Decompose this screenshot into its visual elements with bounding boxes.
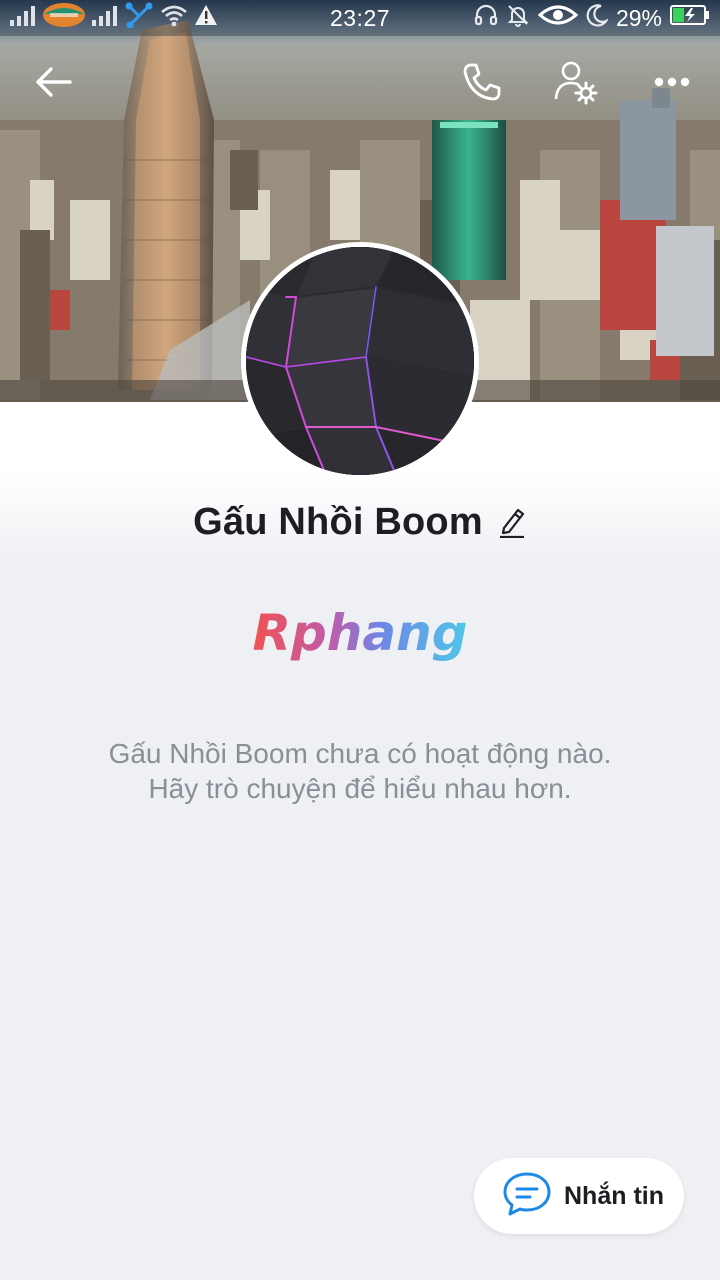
eye-icon [537, 3, 579, 33]
profile-settings-button[interactable] [550, 58, 602, 110]
chat-bubble-icon [502, 1171, 552, 1222]
battery-percent: 29% [615, 4, 662, 31]
back-button[interactable] [28, 58, 80, 110]
more-dots-icon [654, 75, 690, 93]
avatar[interactable] [241, 242, 479, 480]
phone-icon [461, 61, 503, 108]
moon-icon [586, 3, 608, 33]
user-settings-icon [553, 59, 599, 110]
watermark-logo: Rphang [246, 604, 474, 674]
empty-state-line-2: Hãy trò chuyện để hiểu nhau hơn. [148, 773, 572, 804]
more-options-button[interactable] [646, 58, 698, 110]
back-arrow-icon [34, 65, 74, 104]
status-right-icons: 29% [474, 4, 710, 32]
status-bar: 23:27 29% [0, 0, 720, 36]
watermark-text: Rphang [252, 604, 467, 662]
headset-icon [474, 3, 498, 33]
message-button[interactable]: Nhắn tin [474, 1158, 684, 1234]
empty-state-message: Gấu Nhồi Boom chưa có hoạt động nào. Hãy… [40, 736, 680, 806]
empty-state-line-1: Gấu Nhồi Boom chưa có hoạt động nào. [108, 738, 612, 769]
profile-name-row: Gấu Nhồi Boom [0, 496, 720, 548]
message-button-label: Nhắn tin [564, 1181, 664, 1210]
call-button[interactable] [456, 58, 508, 110]
profile-name: Gấu Nhồi Boom [193, 500, 483, 543]
bell-off-icon [506, 3, 530, 33]
pencil-icon[interactable] [497, 505, 527, 539]
battery-charging-icon [670, 4, 710, 32]
